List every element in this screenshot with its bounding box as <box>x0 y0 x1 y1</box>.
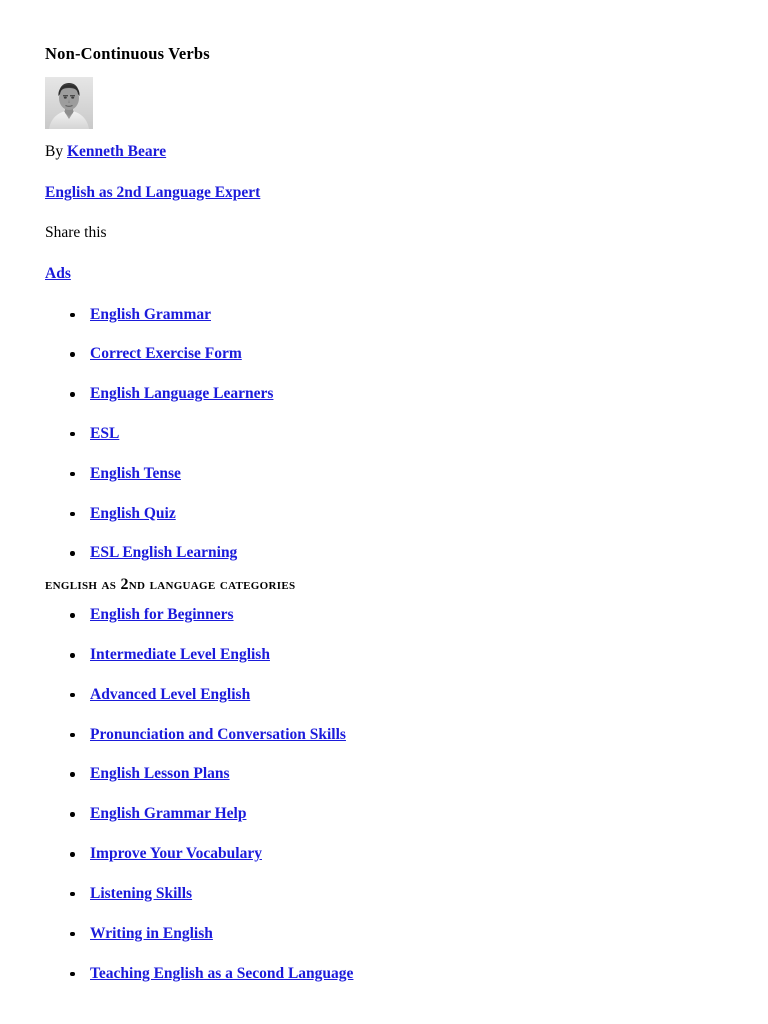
list-item[interactable]: ESL <box>45 425 735 443</box>
list-item[interactable]: English for Beginners <box>45 606 735 624</box>
list-item[interactable]: English Grammar Help <box>45 805 735 823</box>
category-item-link[interactable]: Teaching English as a Second Language <box>90 965 353 982</box>
category-item-link[interactable]: English Grammar Help <box>90 805 246 822</box>
category-item-link[interactable]: Improve Your Vocabulary <box>90 845 262 862</box>
byline-prefix: By <box>45 143 64 161</box>
categories-section-heading: English as 2nd Language Categories <box>45 576 296 594</box>
ads-item-link[interactable]: English Grammar <box>90 306 211 323</box>
list-item[interactable]: Teaching English as a Second Language <box>45 965 735 983</box>
list-item[interactable]: Advanced Level English <box>45 686 735 704</box>
bullet-icon <box>70 931 75 937</box>
category-item-link[interactable]: Intermediate Level English <box>90 646 270 663</box>
author-role-link[interactable]: English as 2nd Language Expert <box>45 184 260 201</box>
bullet-icon <box>70 732 75 738</box>
ads-item-link[interactable]: English Language Learners <box>90 385 273 402</box>
bullet-icon <box>70 613 75 618</box>
list-item[interactable]: Listening Skills <box>45 885 735 903</box>
bullet-icon <box>70 352 75 357</box>
bullet-icon <box>70 431 75 437</box>
list-item[interactable]: English Language Learners <box>45 385 735 403</box>
document-content: Non-Continuous Verbs By Kenneth Beare En… <box>45 44 735 996</box>
bullet-icon <box>70 511 75 517</box>
category-item-link[interactable]: English for Beginners <box>90 606 234 623</box>
document-page: Non-Continuous Verbs By Kenneth Beare En… <box>0 0 768 1024</box>
ads-link-list: English Grammar Correct Exercise Form En… <box>45 306 735 563</box>
list-item[interactable]: Correct Exercise Form <box>45 345 735 363</box>
bullet-icon <box>70 653 75 658</box>
bullet-icon <box>70 471 75 477</box>
category-item-link[interactable]: Advanced Level English <box>90 686 250 703</box>
list-item[interactable]: English Quiz <box>45 505 735 523</box>
category-item-link[interactable]: Writing in English <box>90 925 213 942</box>
bullet-icon <box>70 891 75 897</box>
avatar-container <box>45 77 735 130</box>
page-title: Non-Continuous Verbs <box>45 44 210 63</box>
categories-link-list: English for Beginners Intermediate Level… <box>45 606 735 982</box>
bullet-icon <box>70 852 75 857</box>
ads-item-link[interactable]: ESL <box>90 425 119 442</box>
ads-item-link[interactable]: English Quiz <box>90 505 176 522</box>
list-item[interactable]: Intermediate Level English <box>45 646 735 664</box>
ads-item-link[interactable]: ESL English Learning <box>90 544 237 561</box>
ads-item-link[interactable]: Correct Exercise Form <box>90 345 242 362</box>
bullet-icon <box>70 551 75 556</box>
bullet-icon <box>70 392 75 397</box>
list-item[interactable]: English Lesson Plans <box>45 765 735 783</box>
ads-item-link[interactable]: English Tense <box>90 465 181 482</box>
byline: By Kenneth Beare <box>45 143 735 162</box>
author-link[interactable]: Kenneth Beare <box>67 143 166 160</box>
author-role-line: English as 2nd Language Expert <box>45 184 735 203</box>
avatar <box>45 77 93 130</box>
list-item[interactable]: English Grammar <box>45 306 735 324</box>
list-item[interactable]: English Tense <box>45 465 735 483</box>
category-item-link[interactable]: English Lesson Plans <box>90 765 230 782</box>
ads-heading-line: Ads <box>45 265 735 284</box>
category-item-link[interactable]: Listening Skills <box>90 885 192 902</box>
category-item-link[interactable]: Pronunciation and Conversation Skills <box>90 726 346 743</box>
bullet-icon <box>70 772 75 777</box>
bullet-icon <box>70 692 75 698</box>
list-item[interactable]: Writing in English <box>45 925 735 943</box>
list-item[interactable]: Pronunciation and Conversation Skills <box>45 726 735 744</box>
list-item[interactable]: ESL English Learning <box>45 544 735 562</box>
ads-link[interactable]: Ads <box>45 265 71 282</box>
share-this-label: Share this <box>45 224 107 242</box>
list-item[interactable]: Improve Your Vocabulary <box>45 845 735 863</box>
bullet-icon <box>70 812 75 817</box>
bullet-icon <box>70 971 75 977</box>
bullet-icon <box>70 312 75 318</box>
